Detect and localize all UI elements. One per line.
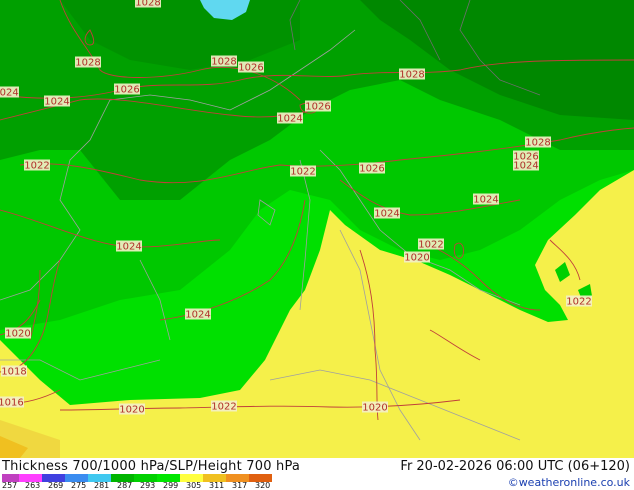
isobar-label-text: 1026	[238, 63, 263, 74]
colorbar-tick-label: 293	[140, 481, 156, 490]
colorbar-tick-label: 317	[232, 481, 248, 490]
isobar-label-text: 1018	[1, 367, 26, 378]
isobar-label: 1026	[359, 162, 385, 175]
isobar-label: 1020	[119, 403, 145, 416]
isobar-label: 1020	[404, 251, 430, 264]
isobar-label: 1028	[399, 68, 425, 81]
isobar-label: 1022	[24, 159, 50, 172]
colorbar-tick-label: 320	[255, 481, 271, 490]
isobar-label: 1016	[0, 396, 24, 409]
isobar-label-text: 1020	[404, 253, 429, 264]
isobar-label: 1028	[75, 56, 101, 69]
isobar-label: 1028	[525, 136, 551, 149]
isobar-label-text: 1024	[277, 114, 302, 125]
isobar-label: 1024	[0, 86, 19, 99]
weather-map: 1028102810281026102810241024102610261024…	[0, 0, 634, 458]
isobar-label-text: 1024	[185, 310, 210, 321]
colorbar-tick-label: 257	[2, 481, 18, 490]
isobar-label-text: 1016	[0, 398, 24, 409]
colorbar-tick-label: 287	[117, 481, 133, 490]
isobar-label: 1028	[135, 0, 161, 9]
colorbar-tick-label: 269	[48, 481, 64, 490]
isobar-label: 1024	[277, 112, 303, 125]
isobar-label: 1024	[116, 240, 142, 253]
copyright-link[interactable]: ©weatheronline.co.uk	[508, 476, 630, 489]
isobar-label: 1026	[114, 83, 140, 96]
isobar-label-text: 1024	[374, 209, 399, 220]
isobar-label: 1020	[5, 327, 31, 340]
isobar-label-text: 1024	[44, 97, 69, 108]
valid-time: Fr 20-02-2026 06:00 UTC (06+120)	[400, 459, 630, 474]
isobar-label-text: 1022	[24, 161, 49, 172]
isobar-label-text: 1022	[290, 167, 315, 178]
isobar-label-text: 1028	[525, 138, 550, 149]
product-title: Thickness 700/1000 hPa/SLP/Height 700 hP…	[2, 459, 301, 474]
isobar-label: 1020	[362, 401, 388, 414]
isobar-label: 1024	[513, 159, 539, 172]
isobar-label: 1022	[566, 295, 592, 308]
isobar-label: 1026	[238, 61, 264, 74]
isobar-label-text: 1028	[399, 70, 424, 81]
isobar-label: 1022	[418, 238, 444, 251]
isobar-label: 1026	[305, 100, 331, 113]
isobar-label-text: 1022	[211, 402, 236, 413]
colorbar-tick-label: 311	[209, 481, 225, 490]
isobar-label: 1022	[211, 400, 237, 413]
isobar-label-text: 1028	[211, 57, 236, 68]
colorbar-tick-label: 305	[186, 481, 202, 490]
colorbar-tick-label: 281	[94, 481, 110, 490]
colorbar-tick-label: 299	[163, 481, 179, 490]
isobar-label-text: 1020	[362, 403, 387, 414]
map-footer: Thickness 700/1000 hPa/SLP/Height 700 hP…	[0, 458, 634, 490]
isobar-label: 1018	[1, 365, 27, 378]
isobar-label-text: 1022	[418, 240, 443, 251]
isobar-label: 1028	[211, 55, 237, 68]
isobar-label-text: 1024	[0, 88, 19, 99]
isobar-label-text: 1022	[566, 297, 591, 308]
weather-map-screen: 1028102810281026102810241024102610261024…	[0, 0, 634, 490]
isobar-label: 1024	[374, 207, 400, 220]
isobar-label-text: 1026	[114, 85, 139, 96]
isobar-label: 1022	[290, 165, 316, 178]
isobar-label-text: 1026	[359, 164, 384, 175]
isobar-label-text: 1028	[75, 58, 100, 69]
isobar-label: 1024	[44, 95, 70, 108]
isobar-label-text: 1024	[116, 242, 141, 253]
isobar-label-text: 1020	[5, 329, 30, 340]
isobar-label: 1024	[473, 193, 499, 206]
isobar-label-text: 1028	[135, 0, 160, 9]
colorbar-tick-label: 263	[25, 481, 41, 490]
isobar-label-text: 1024	[513, 161, 538, 172]
colorbar-tick-label: 275	[71, 481, 87, 490]
isobar-label-text: 1024	[473, 195, 498, 206]
isobar-label-text: 1020	[119, 405, 144, 416]
isobar-label-text: 1026	[305, 102, 330, 113]
isobar-label: 1024	[185, 308, 211, 321]
